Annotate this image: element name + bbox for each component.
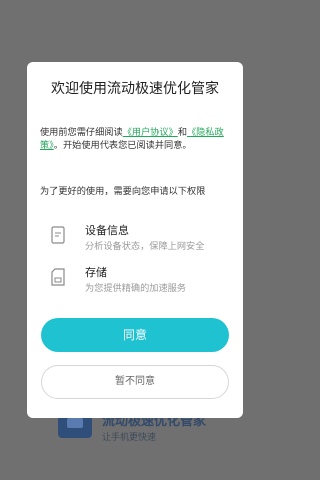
permission-storage: 存储 为您提供精确的加速服务: [47, 264, 237, 298]
consent-intro-after: 。开始使用代表您已阅读并同意。: [53, 140, 192, 151]
decline-button[interactable]: 暂不同意: [41, 365, 229, 399]
permission-intro: 为了更好的使用，需要向您申请以下权限: [40, 186, 206, 197]
permission-name: 存储: [85, 266, 107, 279]
consent-intro-before: 使用前您需仔细阅读: [40, 127, 123, 138]
permission-desc: 为您提供精确的加速服务: [85, 283, 187, 294]
dialog-title: 欢迎使用流动极速优化管家: [51, 81, 219, 97]
device-info-icon: [51, 226, 65, 244]
background-app-subtitle: 让手机更快速: [102, 433, 157, 443]
consent-dialog: 欢迎使用流动极速优化管家 使用前您需仔细阅读《用户协议》和《隐私政策》。开始使用…: [27, 62, 243, 418]
permission-name: 设备信息: [85, 224, 129, 237]
consent-text: 使用前您需仔细阅读《用户协议》和《隐私政策》。开始使用代表您已阅读并同意。: [40, 126, 236, 152]
agree-button[interactable]: 同意: [41, 318, 229, 352]
user-agreement-link[interactable]: 《用户协议》: [123, 127, 178, 138]
permission-desc: 分析设备状态，保障上网安全: [85, 241, 205, 252]
consent-and-text: 和: [177, 127, 187, 138]
permission-device-info: 设备信息 分析设备状态，保障上网安全: [47, 222, 237, 256]
storage-icon: [51, 268, 65, 286]
